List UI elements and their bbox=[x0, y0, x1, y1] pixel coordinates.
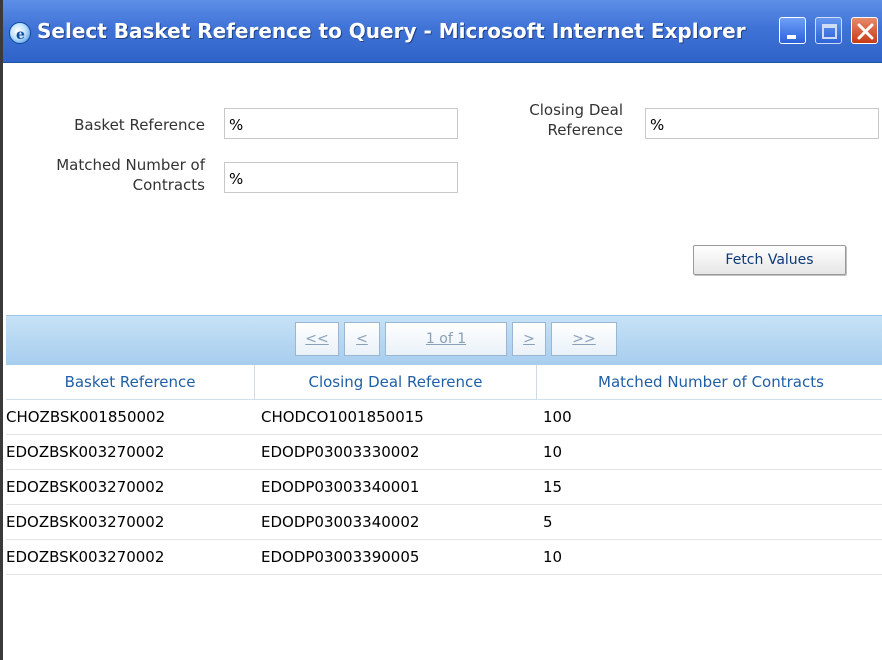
closing-deal-reference-cell: CHODCO1001850015 bbox=[261, 408, 424, 426]
table-row[interactable]: CHOZBSK001850002 CHODCO1001850015 100 bbox=[6, 400, 882, 435]
previous-page-button[interactable]: < bbox=[344, 322, 380, 356]
closing-deal-reference-cell: EDODP03003340002 bbox=[261, 513, 420, 531]
table-row[interactable]: EDOZBSK003270002 EDODP03003340001 15 bbox=[6, 470, 882, 505]
closing-deal-label-line2: Reference bbox=[547, 121, 623, 139]
matched-number-cell: 5 bbox=[543, 513, 553, 531]
matched-number-of-contracts-label: Matched Number of Contracts bbox=[20, 155, 205, 195]
svg-text:e: e bbox=[16, 27, 25, 42]
title-bar[interactable]: e Select Basket Reference to Query - Mic… bbox=[3, 0, 882, 63]
table-row[interactable]: EDOZBSK003270002 EDODP03003330002 10 bbox=[6, 435, 882, 470]
basket-reference-cell: EDOZBSK003270002 bbox=[6, 443, 165, 461]
page-indicator: 1 of 1 bbox=[385, 322, 507, 356]
fetch-values-button[interactable]: Fetch Values bbox=[693, 245, 846, 275]
basket-reference-cell: EDOZBSK003270002 bbox=[6, 478, 165, 496]
basket-reference-label: Basket Reference bbox=[20, 115, 205, 135]
closing-deal-reference-label: Closing Deal Reference bbox=[466, 100, 623, 140]
closing-deal-reference-input[interactable]: % bbox=[645, 108, 879, 139]
table-row[interactable]: EDOZBSK003270002 EDODP03003340002 5 bbox=[6, 505, 882, 540]
matched-number-value: % bbox=[229, 170, 244, 188]
closing-deal-label-line1: Closing Deal bbox=[529, 101, 623, 119]
last-page-button[interactable]: >> bbox=[551, 322, 617, 356]
table-row[interactable]: EDOZBSK003270002 EDODP03003390005 10 bbox=[6, 540, 882, 575]
closing-deal-reference-cell: EDODP03003330002 bbox=[261, 443, 420, 461]
closing-deal-reference-cell: EDODP03003340001 bbox=[261, 478, 420, 496]
minimize-button[interactable] bbox=[779, 17, 806, 44]
basket-reference-cell: CHOZBSK001850002 bbox=[6, 408, 166, 426]
matched-number-of-contracts-input[interactable]: % bbox=[224, 162, 458, 193]
window-title: Select Basket Reference to Query - Micro… bbox=[37, 19, 746, 43]
basket-reference-input[interactable]: % bbox=[224, 108, 458, 139]
matched-number-cell: 10 bbox=[543, 443, 563, 461]
first-page-button[interactable]: << bbox=[295, 322, 339, 356]
column-header-basket-reference[interactable]: Basket Reference bbox=[6, 365, 255, 400]
basket-reference-value: % bbox=[229, 116, 244, 134]
browser-window: e Select Basket Reference to Query - Mic… bbox=[0, 0, 882, 660]
query-form: Basket Reference % Closing Deal Referenc… bbox=[6, 64, 882, 314]
matched-number-cell: 100 bbox=[543, 408, 572, 426]
maximize-button[interactable] bbox=[815, 17, 842, 44]
next-page-button[interactable]: > bbox=[512, 322, 546, 356]
closing-deal-reference-value: % bbox=[650, 116, 665, 134]
matched-label-line1: Matched Number of bbox=[56, 156, 205, 174]
ie-icon: e bbox=[9, 22, 31, 44]
basket-reference-cell: EDOZBSK003270002 bbox=[6, 548, 165, 566]
minimize-icon bbox=[787, 35, 796, 39]
basket-reference-cell: EDOZBSK003270002 bbox=[6, 513, 165, 531]
close-icon bbox=[857, 23, 874, 40]
column-header-matched-number-of-contracts[interactable]: Matched Number of Contracts bbox=[537, 365, 882, 400]
close-button[interactable] bbox=[851, 17, 878, 44]
matched-number-cell: 10 bbox=[543, 548, 563, 566]
column-header-closing-deal-reference[interactable]: Closing Deal Reference bbox=[255, 365, 537, 400]
basket-reference-label-text: Basket Reference bbox=[74, 116, 205, 134]
maximize-icon bbox=[822, 24, 837, 39]
matched-number-cell: 15 bbox=[543, 478, 563, 496]
results-table-header: Basket Reference Closing Deal Reference … bbox=[6, 365, 882, 400]
closing-deal-reference-cell: EDODP03003390005 bbox=[261, 548, 420, 566]
matched-label-line2: Contracts bbox=[132, 176, 205, 194]
